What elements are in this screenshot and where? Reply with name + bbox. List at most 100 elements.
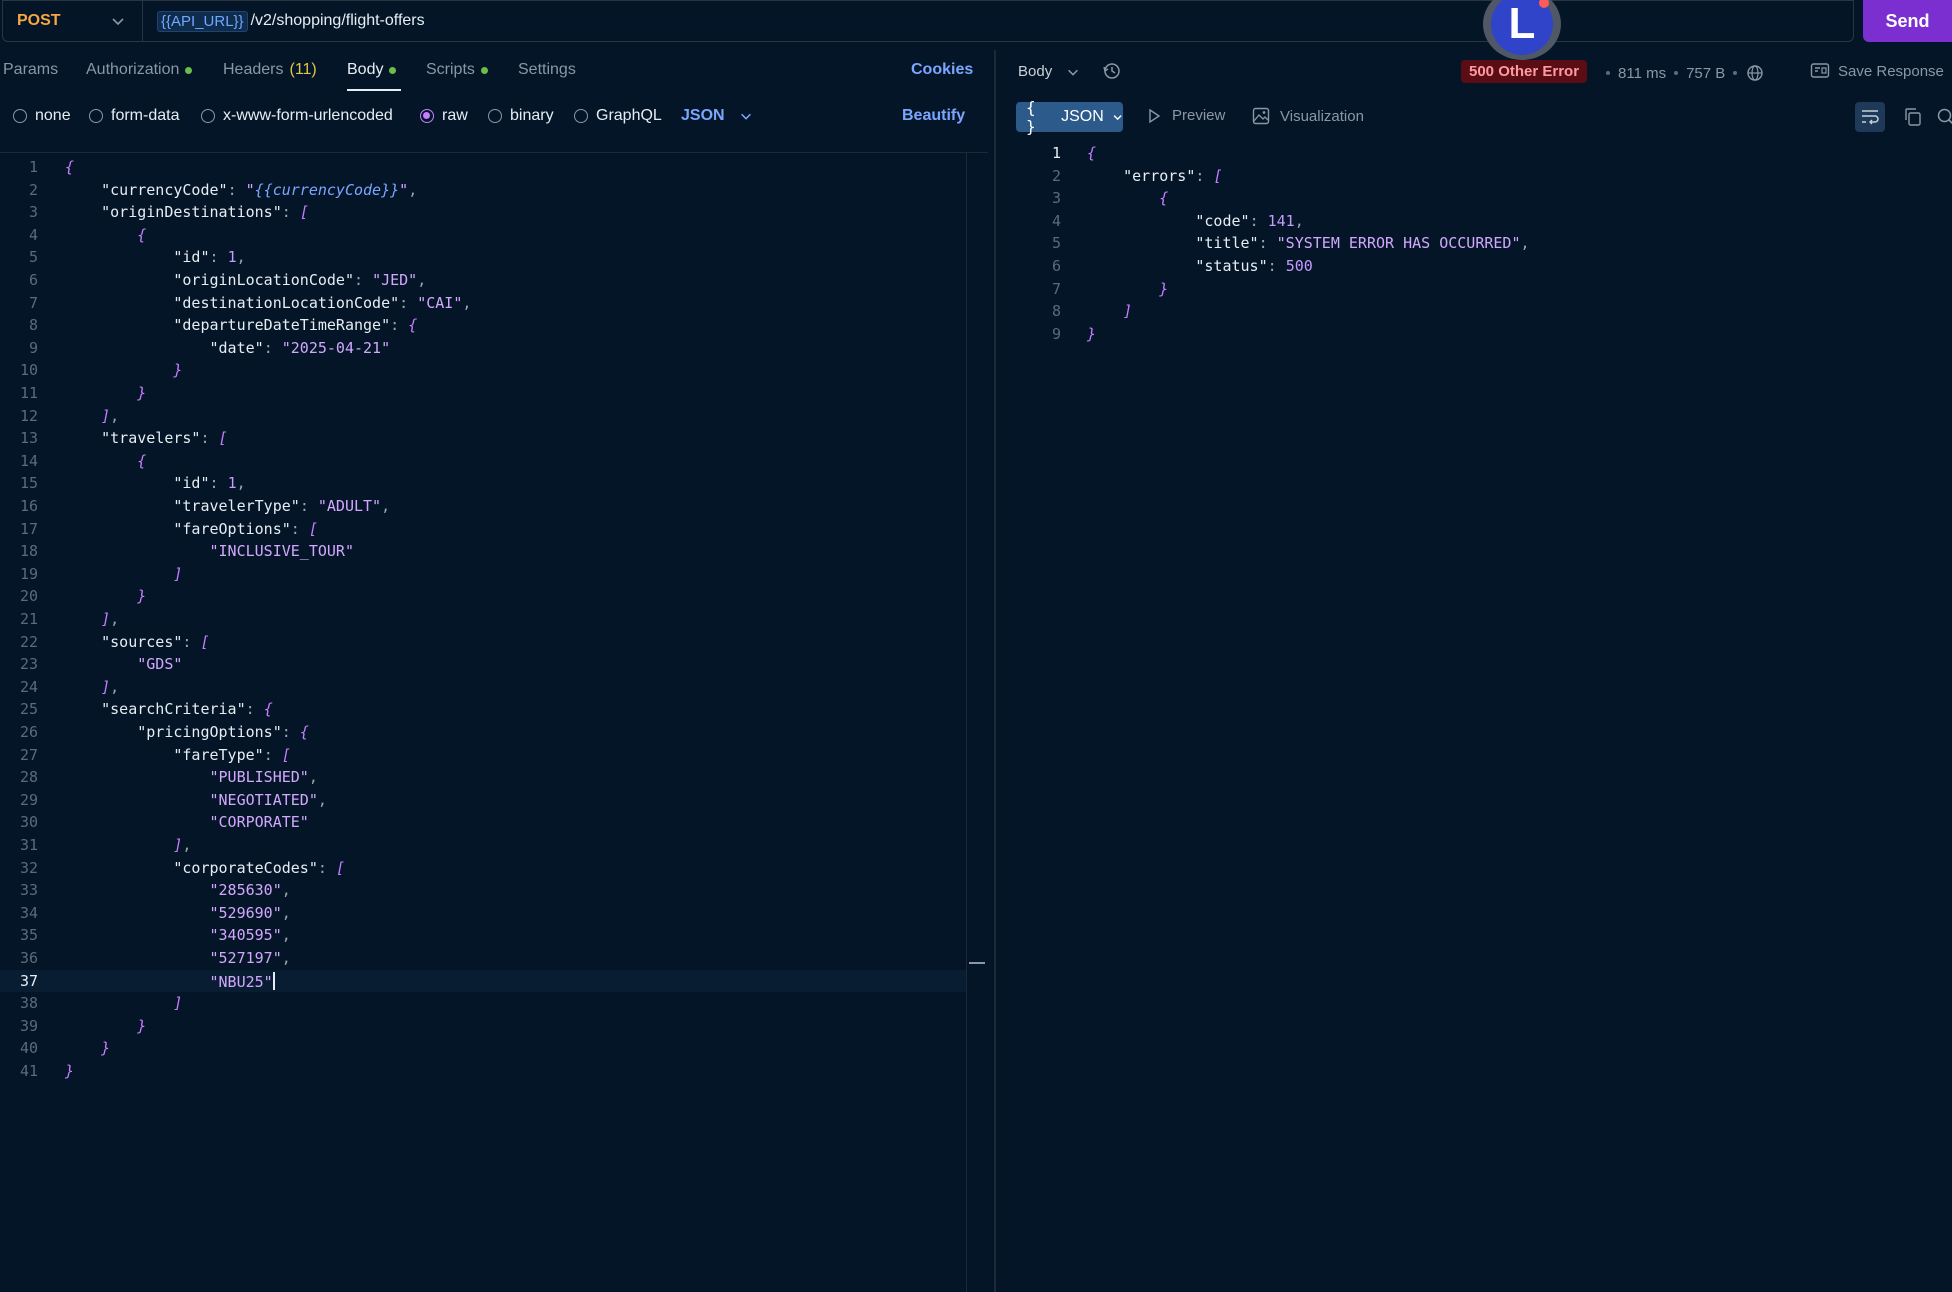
code-line[interactable]: 34 "529690",: [0, 902, 966, 924]
code-line[interactable]: 18 "INCLUSIVE_TOUR": [0, 540, 966, 562]
radio-circle[interactable]: [574, 109, 588, 123]
code-line[interactable]: 40 }: [0, 1037, 966, 1059]
pane-divider[interactable]: [994, 50, 996, 1292]
code-line[interactable]: 23 "GDS": [0, 653, 966, 675]
code-line[interactable]: 28 "PUBLISHED",: [0, 766, 966, 788]
code-line[interactable]: 2 "currencyCode": "{{currencyCode}}",: [0, 179, 966, 201]
code-text: "travelerType": "ADULT",: [173, 497, 391, 515]
code-line[interactable]: 7 "destinationLocationCode": "CAI",: [0, 292, 966, 314]
response-body-select[interactable]: Body: [1018, 63, 1080, 80]
response-body-viewer[interactable]: 1{2 "errors": [3 {4 "code": 141, 5 "title…: [1000, 142, 1952, 502]
save-response-button[interactable]: Save Response: [1810, 62, 1944, 80]
visualization-button[interactable]: Visualization: [1252, 107, 1364, 125]
code-line[interactable]: 9 "date": "2025-04-21": [0, 337, 966, 359]
send-button[interactable]: Send: [1863, 0, 1952, 42]
url-input[interactable]: {{API_URL}} /v2/shopping/flight-offers: [142, 0, 1854, 42]
tab-params[interactable]: Params: [3, 61, 58, 79]
radio-urlencoded[interactable]: x-www-form-urlencoded: [201, 107, 393, 125]
code-line[interactable]: 1{: [0, 156, 966, 178]
code-line[interactable]: 30 "CORPORATE": [0, 811, 966, 833]
wrap-lines-icon: [1862, 110, 1879, 125]
code-line[interactable]: 35 "340595",: [0, 924, 966, 946]
code-line[interactable]: 31 ],: [0, 834, 966, 856]
code-text: ]: [173, 994, 183, 1013]
code-line[interactable]: 37 "NBU25": [0, 969, 966, 992]
radio-circle[interactable]: [201, 109, 215, 123]
network-globe-icon[interactable]: [1745, 63, 1765, 83]
radio-raw[interactable]: raw: [420, 107, 468, 125]
code-line[interactable]: 6 "originLocationCode": "JED",: [0, 269, 966, 291]
code-line[interactable]: 33 "285630",: [0, 879, 966, 901]
line-number: 5: [1051, 234, 1061, 253]
code-line[interactable]: 5 "id": 1,: [0, 246, 966, 268]
code-line[interactable]: 32 "corporateCodes": [: [0, 857, 966, 879]
code-line[interactable]: 38 ]: [0, 992, 966, 1014]
code-text: "fareOptions": [: [173, 519, 318, 538]
code-line[interactable]: 17 "fareOptions": [: [0, 518, 966, 540]
code-line[interactable]: 29 "NEGOTIATED",: [0, 789, 966, 811]
status-badge[interactable]: 500 Other Error: [1461, 60, 1588, 83]
body-type-selector: none form-data x-www-form-urlencoded raw…: [0, 103, 990, 133]
language-label: JSON: [681, 107, 725, 124]
request-bar: POST {{API_URL}} /v2/shopping/flight-off…: [0, 0, 1952, 60]
beautify-button[interactable]: Beautify: [902, 107, 965, 125]
code-line[interactable]: 39 }: [0, 1015, 966, 1037]
copy-icon[interactable]: [1903, 107, 1923, 127]
code-text: "id": 1,: [173, 474, 246, 493]
code-line[interactable]: 25 "searchCriteria": {: [0, 698, 966, 720]
code-line[interactable]: 12 ],: [0, 405, 966, 427]
editor-scrollbar[interactable]: [966, 153, 988, 1292]
code-line[interactable]: 10 }: [0, 359, 966, 381]
code-line[interactable]: 16 "travelerType": "ADULT",: [0, 495, 966, 517]
code-line[interactable]: 8 "departureDateTimeRange": {: [0, 314, 966, 336]
radio-circle[interactable]: [89, 109, 103, 123]
radio-circle-checked[interactable]: [420, 109, 434, 123]
radio-form-data[interactable]: form-data: [89, 107, 179, 125]
code-text: "originLocationCode": "JED",: [173, 271, 427, 289]
line-number: 33: [19, 881, 38, 900]
radio-circle[interactable]: [488, 109, 502, 123]
code-line[interactable]: 14 {: [0, 450, 966, 472]
url-variable[interactable]: {{API_URL}}: [157, 10, 248, 32]
code-text: "corporateCodes": [: [173, 858, 345, 877]
tab-settings[interactable]: Settings: [518, 61, 576, 79]
response-time[interactable]: 811 ms: [1618, 65, 1666, 82]
request-body-editor[interactable]: 1{2 "currencyCode": "{{currencyCode}}", 3…: [0, 152, 988, 1292]
code-line[interactable]: 13 "travelers": [: [0, 427, 966, 449]
search-icon[interactable]: [1936, 107, 1952, 127]
code-line[interactable]: 19 ]: [0, 563, 966, 585]
code-line[interactable]: 36 "527197",: [0, 947, 966, 969]
history-icon[interactable]: [1102, 61, 1122, 81]
code-text: "PUBLISHED",: [209, 768, 318, 787]
cookies-link[interactable]: Cookies: [911, 61, 973, 79]
code-text: "errors": [: [1123, 166, 1223, 185]
code-line[interactable]: 26 "pricingOptions": {: [0, 721, 966, 743]
tab-authorization[interactable]: Authorization: [86, 61, 193, 79]
tab-body[interactable]: Body: [347, 61, 397, 79]
response-format-select[interactable]: { } JSON: [1016, 98, 1123, 136]
language-select[interactable]: JSON: [681, 107, 753, 125]
code-line[interactable]: 3 "originDestinations": [: [0, 201, 966, 223]
response-line: 8 ]: [1000, 300, 1952, 322]
radio-circle[interactable]: [13, 109, 27, 123]
code-line[interactable]: 41}: [0, 1060, 966, 1082]
tab-headers[interactable]: Headers (11): [223, 61, 317, 79]
code-line[interactable]: 21 ],: [0, 608, 966, 630]
code-line[interactable]: 4 {: [0, 224, 966, 246]
radio-binary[interactable]: binary: [488, 107, 554, 125]
code-line[interactable]: 20 }: [0, 585, 966, 607]
wrap-lines-button[interactable]: [1855, 102, 1885, 132]
code-line[interactable]: 15 "id": 1,: [0, 472, 966, 494]
response-size[interactable]: 757 B: [1686, 65, 1725, 82]
method-select[interactable]: POST: [2, 0, 142, 42]
avatar[interactable]: L: [1483, 0, 1561, 60]
code-line[interactable]: 22 "sources": [: [0, 631, 966, 653]
code-line[interactable]: 27 "fareType": [: [0, 744, 966, 766]
preview-button[interactable]: Preview: [1146, 107, 1225, 124]
radio-graphql[interactable]: GraphQL: [574, 107, 662, 125]
line-number: 29: [19, 790, 38, 809]
radio-none[interactable]: none: [13, 107, 71, 125]
tab-scripts[interactable]: Scripts: [426, 61, 488, 79]
code-line[interactable]: 24 ],: [0, 676, 966, 698]
code-line[interactable]: 11 }: [0, 382, 966, 404]
